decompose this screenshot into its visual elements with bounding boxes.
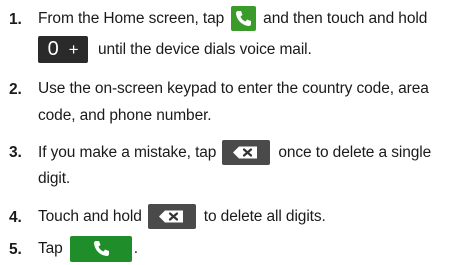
step-2-line-1: Use the on-screen keypad to enter the co…	[38, 80, 429, 98]
step-2-line-2: code, and phone number.	[38, 107, 212, 125]
instruction-page: 1. From the Home screen, tap and then to…	[0, 0, 472, 265]
step-1-line-1: From the Home screen, tap and then touch…	[38, 6, 427, 31]
phone-icon	[231, 6, 257, 31]
step-number: 4.	[9, 209, 22, 226]
step-3-line-2: digit.	[38, 170, 70, 188]
step-text: code, and phone number.	[38, 107, 212, 124]
step-number: 5.	[9, 241, 22, 258]
step-text: .	[133, 240, 138, 257]
zero-plus-key-icon: 0 +	[38, 36, 88, 63]
step-text: to delete all digits.	[203, 207, 326, 225]
step-text: From the Home screen, tap	[38, 9, 225, 27]
step-text: Tap	[38, 240, 63, 257]
delete-backspace-icon	[222, 140, 271, 165]
step-text: Use the on-screen keypad to enter the co…	[38, 80, 429, 97]
delete-backspace-icon	[147, 204, 196, 229]
step-text: If you make a mistake, tap	[38, 143, 217, 161]
step-text: Touch and hold	[38, 207, 142, 225]
step-number: 1.	[9, 11, 22, 28]
key-plus-label: +	[68, 40, 79, 59]
step-text: and then touch and hold	[263, 9, 428, 27]
key-zero-label: 0	[47, 38, 59, 60]
step-3-line-1: If you make a mistake, tap once to delet…	[38, 140, 431, 165]
call-button-icon	[69, 236, 132, 262]
step-text: once to delete a single	[278, 143, 432, 161]
step-text: until the device dials voice mail.	[98, 40, 312, 58]
step-number: 2.	[9, 81, 22, 98]
step-4-line-1: Touch and hold to delete all digits.	[38, 204, 326, 229]
step-1-line-2: 0 + until the device dials voice mail.	[38, 36, 312, 63]
step-5-line-1: Tap .	[38, 236, 138, 262]
step-text: digit.	[38, 170, 71, 187]
step-number: 3.	[9, 144, 22, 161]
